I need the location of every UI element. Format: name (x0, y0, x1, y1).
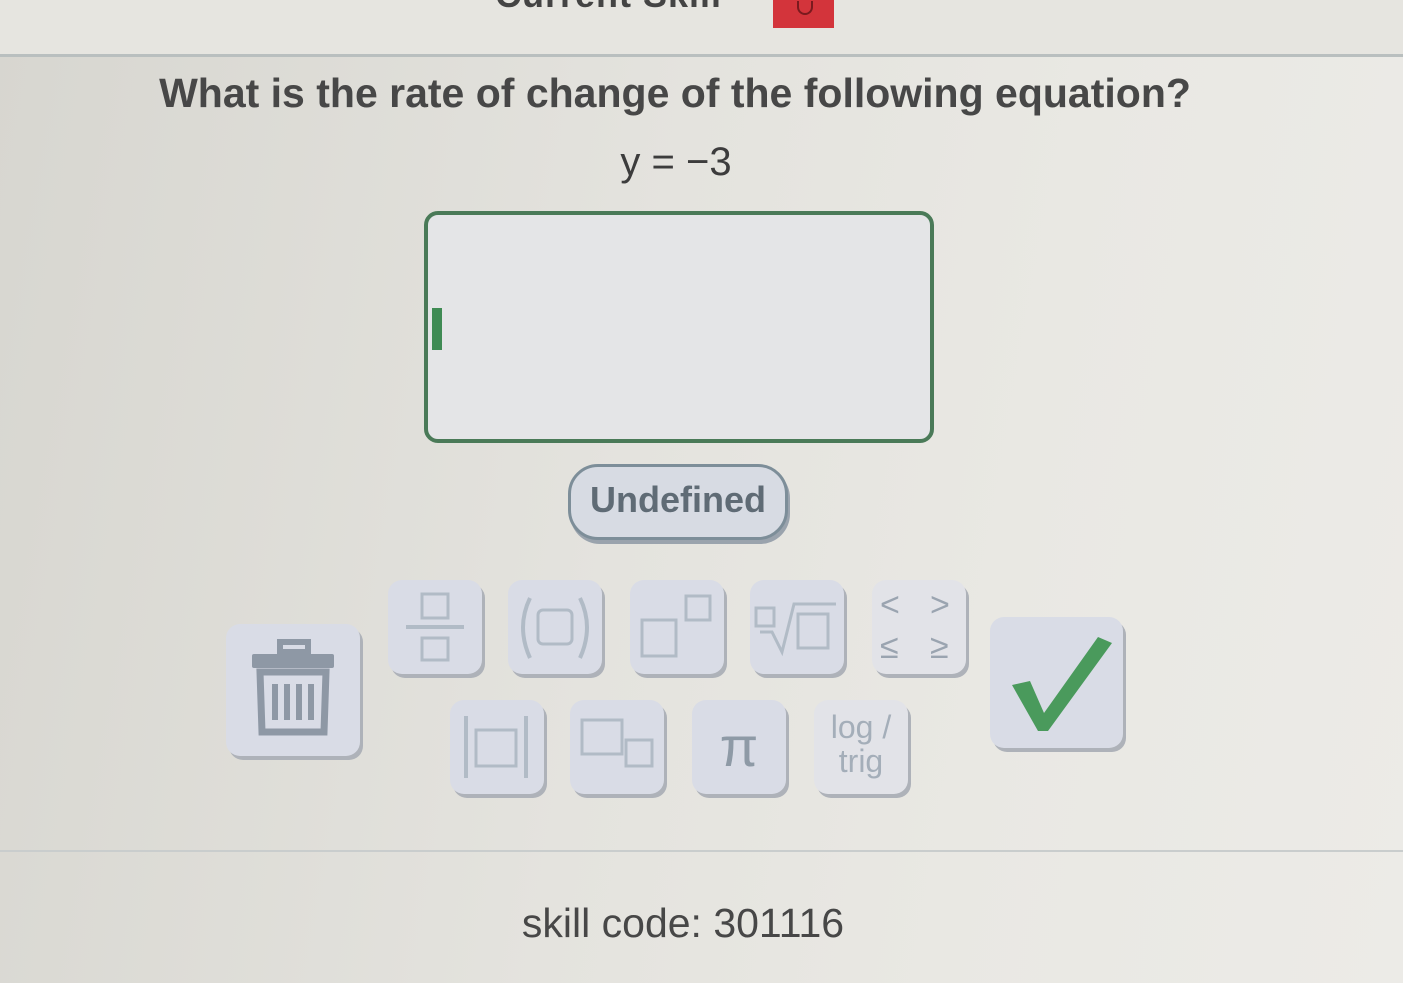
greater-equal-symbol: ≥ (930, 628, 949, 666)
subscript-key[interactable] (570, 700, 664, 794)
top-divider (0, 54, 1403, 57)
inequality-key[interactable]: < > ≤ ≥ (872, 580, 966, 674)
absolute-value-icon (464, 716, 528, 778)
skill-code: skill code: 301116 (521, 900, 845, 946)
less-equal-symbol: ≤ (880, 628, 899, 666)
pi-symbol: π (719, 715, 759, 778)
less-than-symbol: < (880, 586, 900, 624)
clear-button[interactable] (226, 624, 360, 756)
greater-than-symbol: > (930, 586, 950, 624)
log-label-line1: log / (830, 709, 892, 745)
submit-button[interactable] (990, 617, 1123, 748)
undefined-button[interactable]: Undefined (568, 464, 788, 540)
exponent-key[interactable] (630, 580, 724, 674)
question-prompt: What is the rate of change of the follow… (159, 70, 1191, 116)
header-badge[interactable] (773, 0, 834, 28)
fraction-icon (406, 592, 464, 662)
text-cursor (432, 308, 442, 350)
parentheses-key[interactable] (508, 580, 602, 674)
nth-root-icon (754, 602, 836, 657)
subscript-icon (580, 718, 654, 768)
bottom-divider (0, 850, 1403, 852)
question-equation: y = −3 (620, 140, 732, 184)
top-bar: Current Skill (0, 0, 1403, 54)
log-trig-label: log / trig (820, 710, 902, 778)
pi-key[interactable]: π (692, 700, 786, 794)
badge-icon (797, 1, 813, 15)
fraction-key[interactable] (388, 580, 482, 674)
header-title: Current Skill (495, 0, 722, 16)
log-trig-key[interactable]: log / trig (814, 700, 908, 794)
nth-root-key[interactable] (750, 580, 844, 674)
trash-icon (252, 639, 334, 736)
exponent-icon (640, 594, 712, 658)
answer-input[interactable] (424, 211, 934, 443)
parentheses-icon (521, 597, 589, 659)
absolute-value-key[interactable] (450, 700, 544, 794)
log-label-line2: trig (838, 743, 884, 779)
checkmark-icon (1012, 637, 1112, 731)
